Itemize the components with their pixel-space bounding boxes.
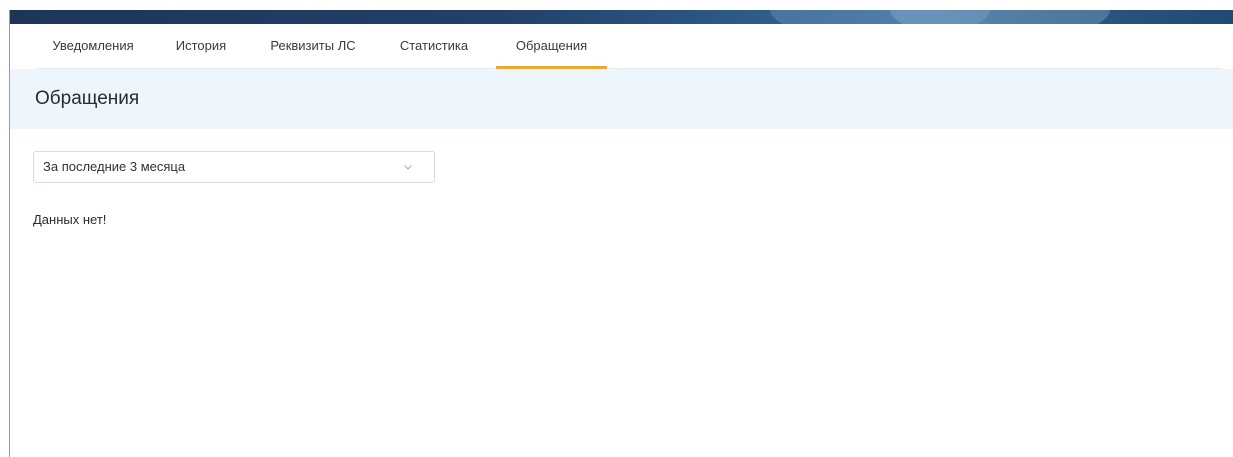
period-select[interactable]: За последние 3 месяца bbox=[33, 151, 435, 183]
section-header: Обращения bbox=[10, 69, 1233, 129]
tab-history[interactable]: История bbox=[170, 24, 232, 68]
tab-notifications[interactable]: Уведомления bbox=[50, 24, 136, 68]
chevron-down-icon bbox=[404, 165, 412, 170]
top-banner bbox=[10, 10, 1233, 24]
page-frame: Уведомления История Реквизиты ЛС Статист… bbox=[0, 0, 1233, 457]
period-select-value: За последние 3 месяца bbox=[43, 159, 186, 174]
empty-state-message: Данных нет! bbox=[33, 212, 107, 227]
tab-requests[interactable]: Обращения bbox=[496, 24, 607, 69]
tab-bar: Уведомления История Реквизиты ЛС Статист… bbox=[36, 24, 1222, 69]
tab-statistics[interactable]: Статистика bbox=[391, 24, 477, 68]
tab-account-details[interactable]: Реквизиты ЛС bbox=[265, 24, 361, 68]
page-title: Обращения bbox=[35, 88, 140, 109]
